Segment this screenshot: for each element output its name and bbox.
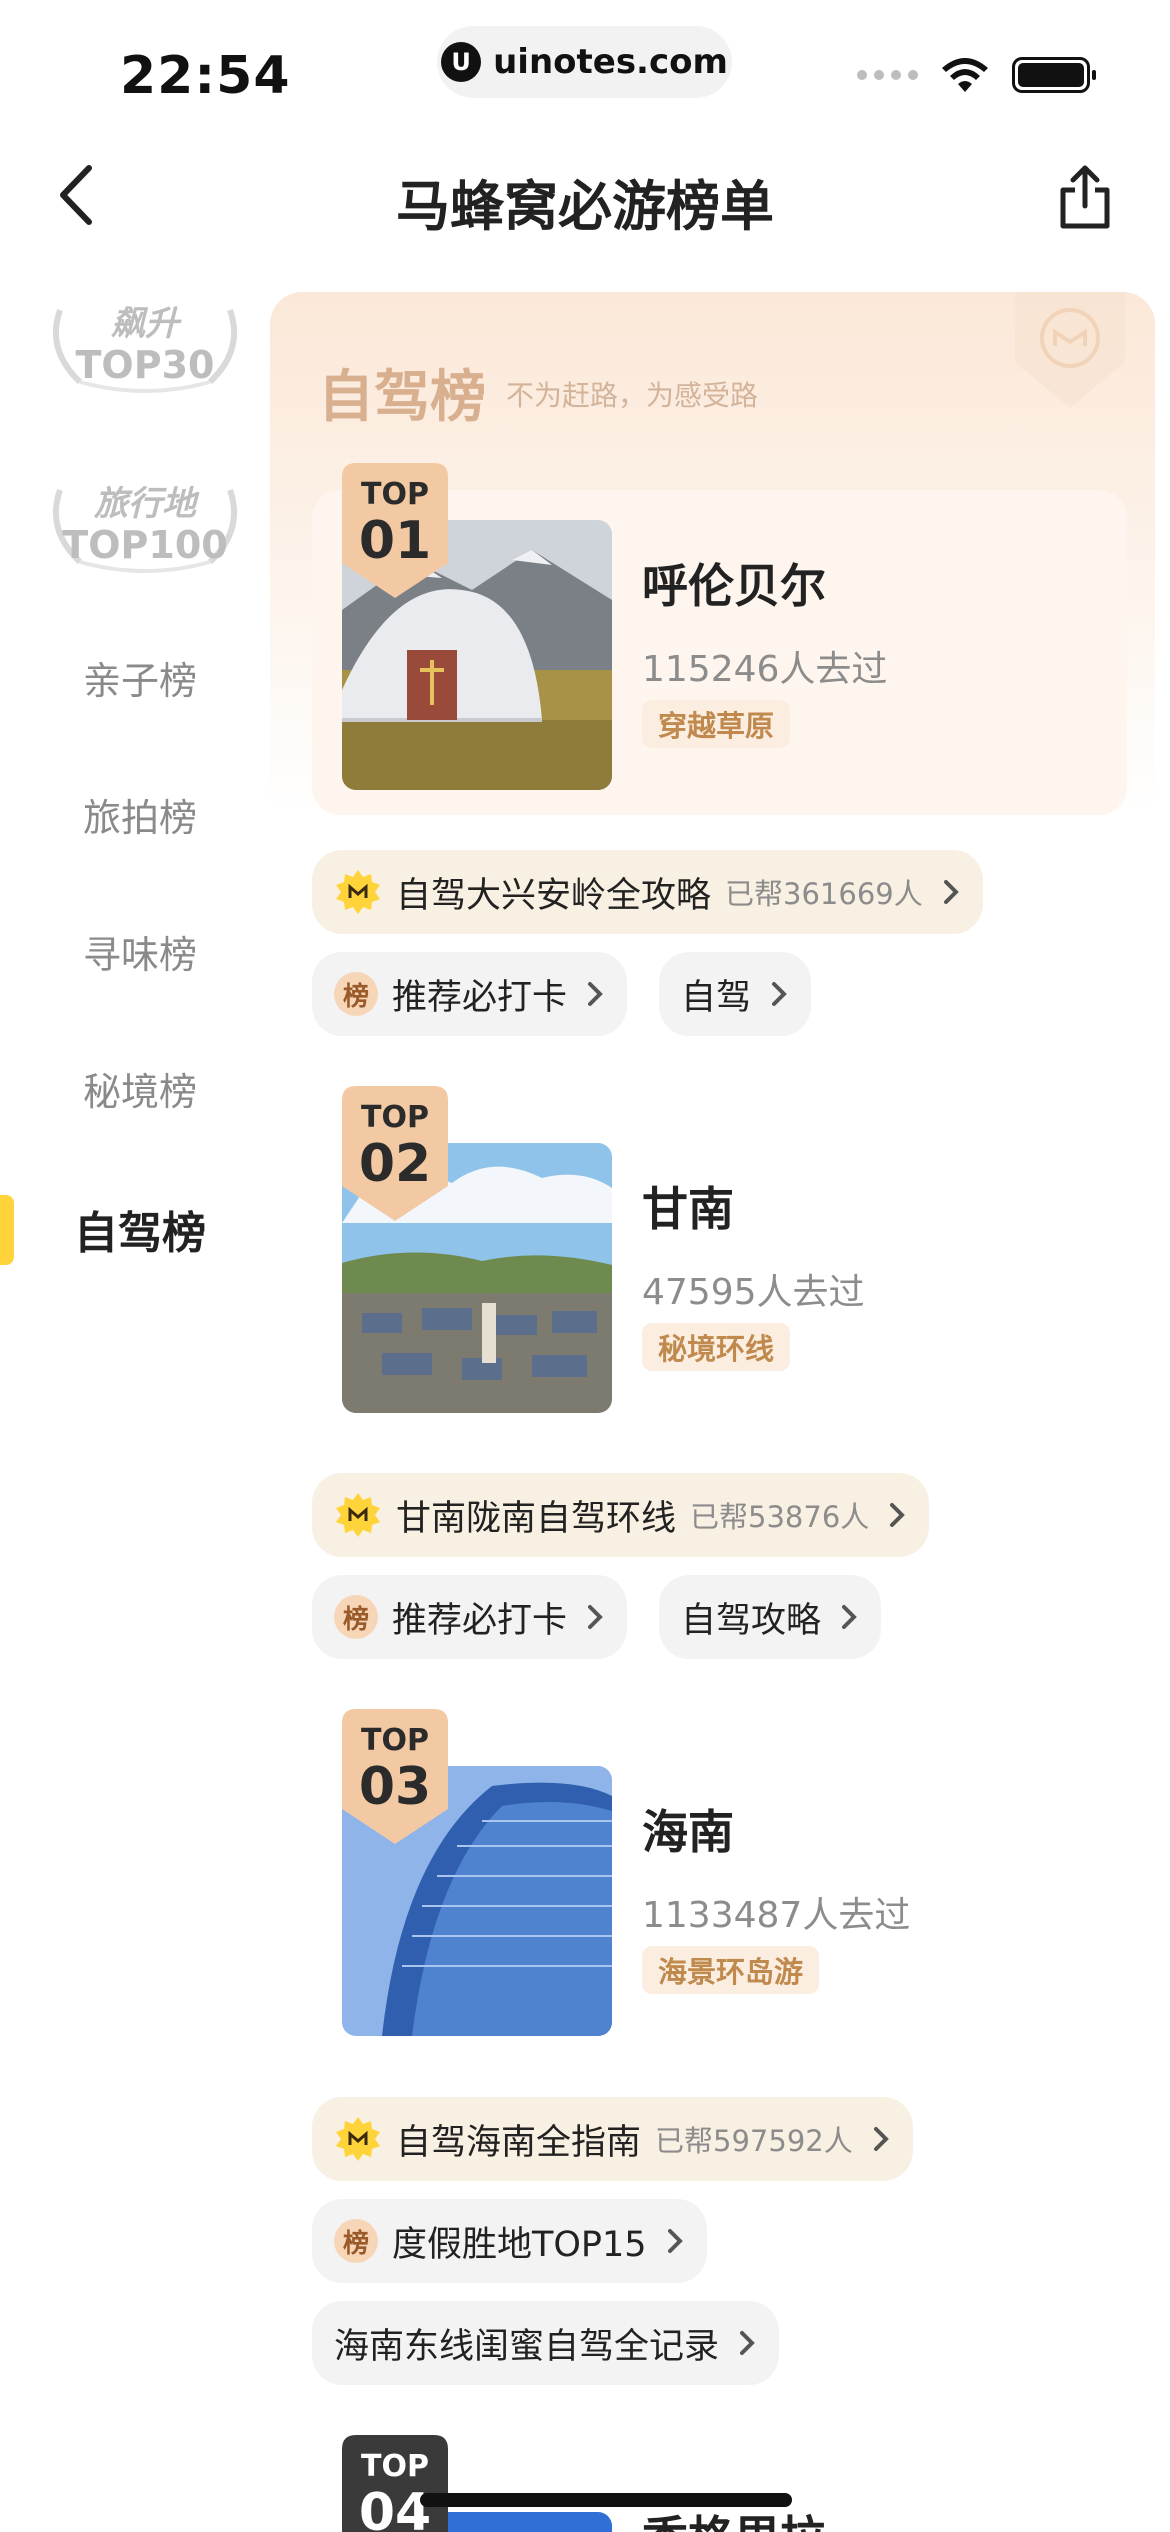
sidebar-badge-line1: 飙升 [111,304,179,344]
sidebar-badge-top100[interactable]: 旅行地 TOP100 [40,470,250,580]
panel-subtitle: 不为赶路，为感受路 [506,379,759,412]
destination-card[interactable]: TOP 03 海南 1133487人去过 海景环岛游 [312,1709,1127,2061]
chevron-right-icon [667,2229,683,2253]
status-bar: 22:54 U uinotes.com [0,0,1170,130]
chip-label: 推荐必打卡 [392,1600,568,1641]
chevron-right-icon [588,982,603,1006]
chevron-right-icon [772,982,787,1006]
topic-chip[interactable]: 自驾攻略 [659,1575,882,1659]
destination-name: 呼伦贝尔 [642,559,826,613]
sidebar-item-hidden[interactable]: 秘境榜 [0,1061,280,1116]
chip-label: 自驾攻略 [681,1600,822,1641]
visit-count: 47595人去过 [642,1272,865,1313]
chip-label: 自驾 [681,977,752,1018]
list-chip[interactable]: 榜 推荐必打卡 [312,1575,628,1659]
home-indicator [420,2493,792,2507]
site-logo-icon: U [441,42,482,82]
sidebar-item-photo[interactable]: 旅拍榜 [0,787,280,842]
guide-chip[interactable]: 甘南陇南自驾环线 已帮53876人 [312,1473,930,1557]
destination-card[interactable]: TOP 02 甘南 47595人去过 秘境环线 [312,1086,1127,1438]
chip-label: 海南东线闺蜜自驾全记录 [334,2326,720,2367]
share-icon [1060,165,1110,229]
chip-label: 度假胜地TOP15 [392,2224,647,2265]
guide-title: 甘南陇南自驾环线 [396,1498,677,1539]
url-pill[interactable]: U uinotes.com [437,26,732,98]
destination-name: 甘南 [642,1182,734,1236]
chevron-right-icon [842,1605,857,1629]
destination-name: 海南 [642,1805,734,1859]
sidebar-badge-line2: TOP30 [75,343,215,387]
mafengwo-guide-icon [336,1493,380,1537]
sidebar-badge-line2: TOP100 [62,523,228,567]
rank-list-icon: 榜 [334,2219,378,2263]
destination-tag: 穿越草原 [642,700,791,748]
rank-list-icon: 榜 [334,972,378,1016]
mafengwo-guide-icon [336,870,380,914]
rank-badge: TOP 03 [342,1709,448,1844]
list-chip[interactable]: 榜 度假胜地TOP15 [312,2199,707,2283]
destination-tag: 海景环岛游 [642,1946,820,1994]
visit-count: 1133487人去过 [642,1895,911,1936]
crest-icon [1015,292,1125,408]
guide-helped-count: 已帮597592人 [655,2124,853,2158]
panel-title: 自驾榜 [318,365,486,430]
sidebar-item-family[interactable]: 亲子榜 [0,650,280,705]
status-time: 22:54 [120,46,291,106]
rank-label: TOP [361,477,429,512]
rank-badge: TOP 04 [342,2435,448,2532]
chevron-right-icon [890,1503,906,1527]
rank-number: 04 [358,2483,432,2532]
share-button[interactable] [1050,162,1120,232]
rank-badge: TOP 02 [342,1086,448,1221]
visit-count: 115246人去过 [642,649,888,690]
battery-icon [1012,57,1096,93]
guide-title: 自驾大兴安岭全攻略 [396,875,712,916]
nav-bar: 马蜂窝必游榜单 [0,140,1170,250]
list-chip[interactable]: 榜 推荐必打卡 [312,952,628,1036]
chevron-right-icon [588,1605,603,1629]
topic-chip[interactable]: 自驾 [659,952,812,1036]
guide-helped-count: 已帮53876人 [690,1500,870,1534]
url-text: uinotes.com [493,42,728,82]
sidebar: 飙升 TOP30 旅行地 TOP100 亲子榜 旅拍榜 寻味榜 秘境榜 自驾榜 [0,280,270,2530]
chevron-right-icon [943,880,959,904]
status-indicators [857,56,1096,94]
chip-label: 推荐必打卡 [392,977,568,1018]
rank-number: 02 [358,1134,432,1194]
guide-helped-count: 已帮361669人 [725,877,923,911]
sidebar-item-food[interactable]: 寻味榜 [0,924,280,979]
guide-chip[interactable]: 自驾海南全指南 已帮597592人 [312,2097,913,2181]
rank-list-icon: 榜 [334,1595,378,1639]
guide-title: 自驾海南全指南 [396,2122,642,2163]
wifi-icon [942,58,988,92]
destination-tag: 秘境环线 [642,1323,791,1371]
mafengwo-guide-icon [336,2117,380,2161]
page-title: 马蜂窝必游榜单 [396,175,774,238]
sidebar-badge-line1: 旅行地 [94,484,196,524]
cellular-signal-icon [857,70,918,80]
rank-label: TOP [361,2449,429,2484]
rank-number: 03 [358,1757,432,1817]
sidebar-item-selfdrive[interactable]: 自驾榜 [0,1197,280,1261]
rank-number: 01 [358,511,432,571]
chevron-right-icon [873,2127,889,2151]
rank-label: TOP [361,1723,429,1758]
chevron-right-icon [740,2331,755,2355]
sidebar-badge-top30[interactable]: 飙升 TOP30 [40,290,250,400]
rank-label: TOP [361,1100,429,1135]
destination-card[interactable]: TOP 01 呼伦贝尔 115246人去过 穿越草原 [312,463,1127,815]
guide-chip[interactable]: 自驾大兴安岭全攻略 已帮361669人 [312,850,983,934]
topic-chip[interactable]: 海南东线闺蜜自驾全记录 [312,2301,780,2385]
rank-badge: TOP 01 [342,463,448,598]
